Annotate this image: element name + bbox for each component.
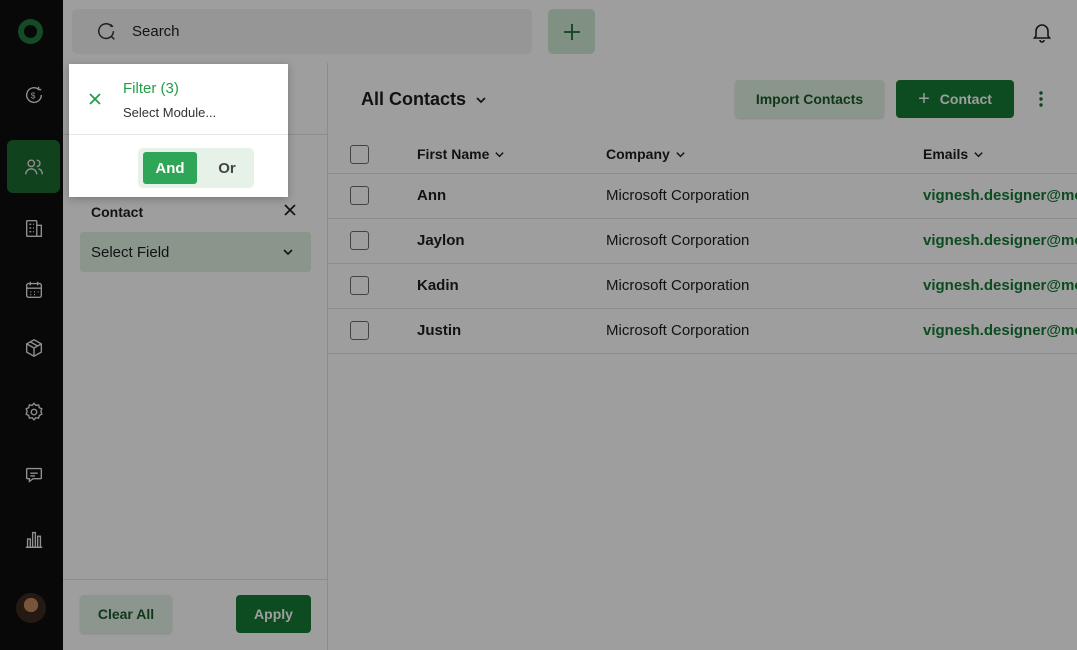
select-module-dropdown[interactable]: Select Module... <box>123 105 216 120</box>
and-or-toggle: And Or <box>138 148 254 188</box>
filter-popup: Filter (3) Select Module... And Or <box>69 64 288 197</box>
divider <box>69 134 288 135</box>
and-toggle-button[interactable]: And <box>143 152 197 184</box>
close-icon[interactable] <box>88 92 102 106</box>
or-toggle-button[interactable]: Or <box>204 152 250 184</box>
filter-title: Filter (3) <box>123 80 179 97</box>
